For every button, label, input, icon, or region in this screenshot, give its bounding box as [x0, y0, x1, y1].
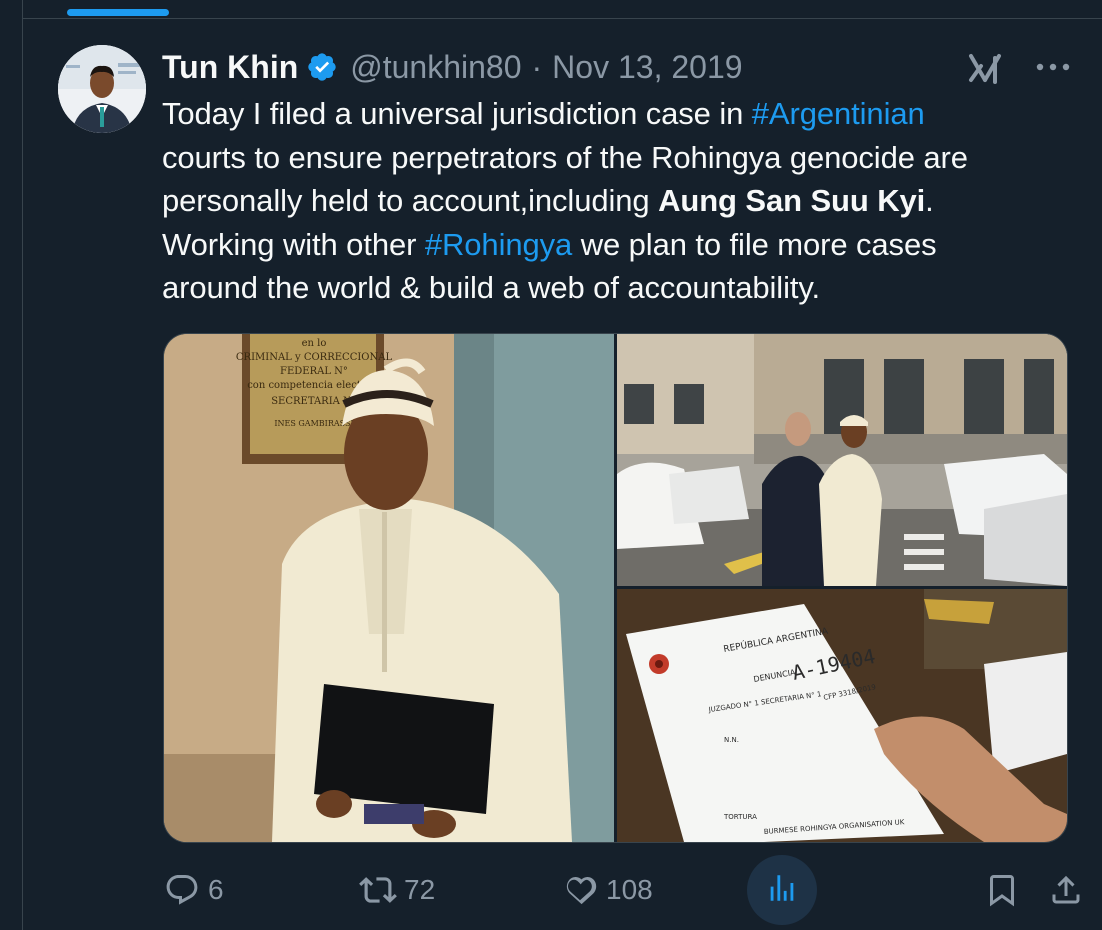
- bookmark-icon: [982, 870, 1022, 910]
- tweet-container: Tun Khin @tunkhin80 · Nov 13, 2019 Today…: [22, 0, 1102, 930]
- reply-icon: [162, 870, 202, 910]
- share-icon: [1046, 870, 1086, 910]
- divider: [23, 18, 1102, 19]
- separator-dot: ·: [531, 49, 543, 85]
- photo-legal-document[interactable]: REPÚBLICA ARGENTINA DENUNCIA A-19404 CFP…: [617, 589, 1067, 842]
- tab-indicator: [67, 9, 169, 16]
- plaque-text: en lo: [302, 338, 327, 349]
- tweet-line-3: personally held to account,including Aun…: [162, 179, 1062, 223]
- tweet-text-segment: personally held to account,including: [162, 183, 659, 218]
- retweet-icon: [358, 870, 398, 910]
- grok-icon[interactable]: [967, 48, 1007, 88]
- plaque-text: INES GAMBIRASSI: [274, 419, 353, 428]
- tweet-date[interactable]: Nov 13, 2019: [552, 46, 742, 88]
- verified-badge-icon: [306, 51, 338, 83]
- views-icon: [765, 871, 799, 910]
- author-name[interactable]: Tun Khin: [162, 46, 298, 88]
- author-handle[interactable]: @tunkhin80: [350, 46, 521, 88]
- photo-man-with-plaque[interactable]: en lo CRIMINAL y CORRECCIONAL FEDERAL N°…: [164, 334, 614, 842]
- tweet-text-segment: we plan to file more cases: [572, 226, 937, 262]
- hashtag-rohingya[interactable]: #Rohingya: [425, 227, 572, 262]
- tweet-text-segment: .: [925, 183, 934, 218]
- tweet-line-2: courts to ensure perpetrators of the Roh…: [162, 139, 968, 175]
- media-grid: en lo CRIMINAL y CORRECCIONAL FEDERAL N°…: [163, 333, 1068, 843]
- tweet-line-4: Working with other #Rohingya we plan to …: [162, 223, 1062, 267]
- share-button[interactable]: [1046, 860, 1086, 920]
- tweet-line-5: around the world & build a web of accoun…: [162, 270, 820, 305]
- like-count: 108: [606, 874, 653, 905]
- retweet-count: 72: [404, 874, 436, 905]
- avatar-photo: [58, 45, 146, 133]
- like-button[interactable]: 108: [560, 860, 653, 920]
- hashtag-argentinian[interactable]: #Argentinian: [752, 96, 925, 131]
- doc-footer: TORTURA: [723, 813, 757, 821]
- plaque-text: FEDERAL N°: [280, 366, 348, 377]
- tweet-text-segment: Today I filed a universal jurisdiction c…: [162, 96, 752, 131]
- retweet-button[interactable]: 72: [358, 860, 435, 920]
- action-bar: 6 72 108: [162, 855, 1080, 925]
- tweet-text: Today I filed a universal jurisdiction c…: [162, 92, 1062, 310]
- views-button[interactable]: [747, 855, 817, 925]
- more-icon[interactable]: [1033, 52, 1073, 82]
- tweet-text-segment: Working with other: [162, 226, 425, 262]
- bold-name: Aung San Suu Kyi: [658, 183, 926, 218]
- photo-two-men-outside-building[interactable]: [617, 334, 1067, 586]
- avatar[interactable]: [58, 45, 146, 133]
- tweet-header: Tun Khin @tunkhin80 · Nov 13, 2019: [162, 46, 743, 88]
- tweet-line-1: Today I filed a universal jurisdiction c…: [162, 92, 1062, 136]
- doc-nn: N.N.: [724, 736, 739, 744]
- reply-button[interactable]: 6: [162, 860, 224, 920]
- reply-count: 6: [208, 874, 224, 905]
- like-icon: [560, 870, 600, 910]
- bookmark-button[interactable]: [982, 860, 1022, 920]
- plaque-text: CRIMINAL y CORRECCIONAL: [236, 352, 393, 363]
